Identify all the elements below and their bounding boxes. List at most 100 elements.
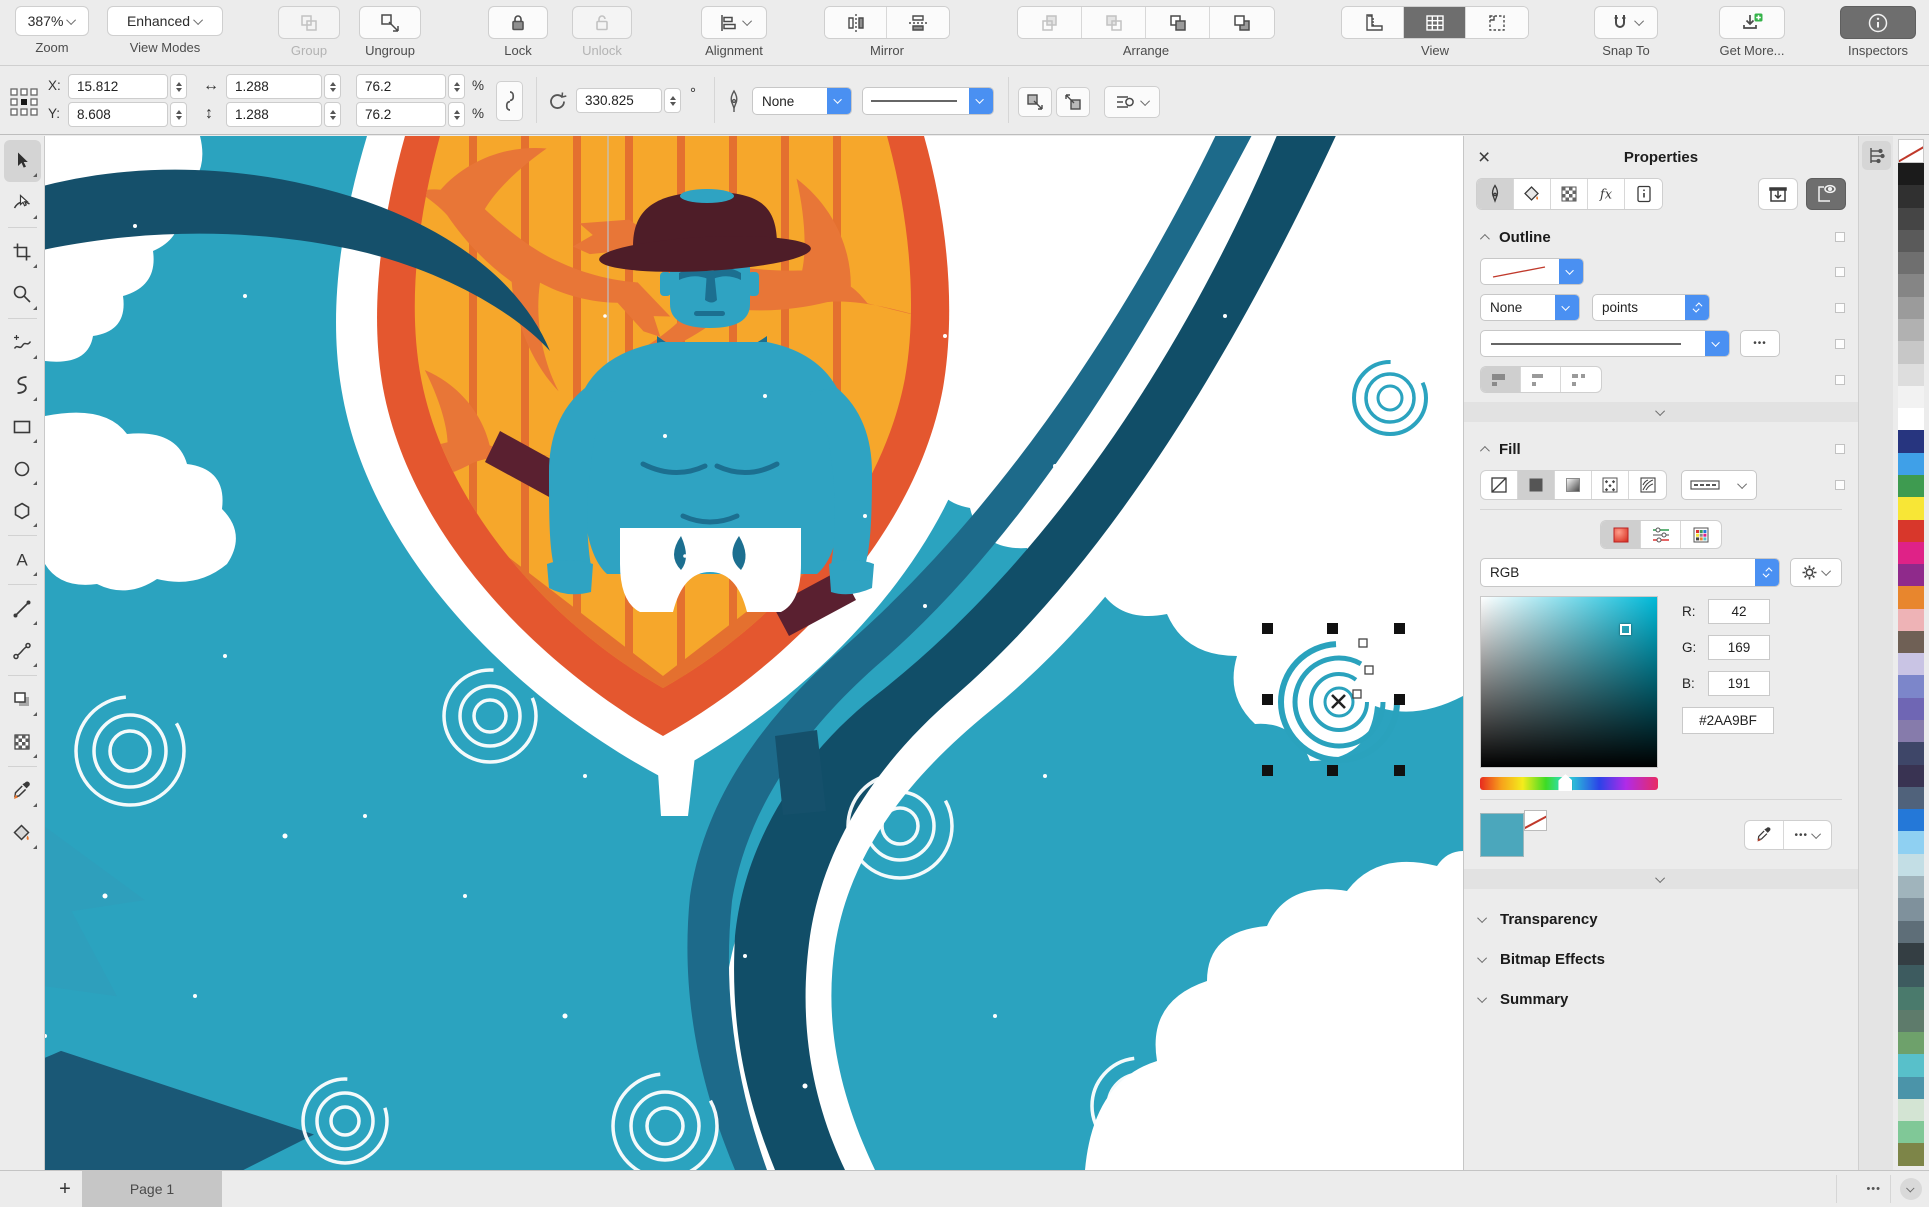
- drawing-canvas[interactable]: [45, 136, 1463, 1170]
- palette-swatch[interactable]: [1898, 831, 1924, 854]
- page-border-button[interactable]: [1466, 7, 1528, 38]
- get-more-button[interactable]: [1719, 6, 1785, 39]
- palette-swatch[interactable]: [1898, 898, 1924, 921]
- no-outline-swatch[interactable]: [1524, 810, 1547, 831]
- ungroup-button[interactable]: [359, 6, 421, 39]
- rotation-stepper[interactable]: [664, 88, 681, 113]
- corner-style-2-button[interactable]: [1521, 367, 1561, 392]
- palette-swatch[interactable]: [1898, 519, 1924, 542]
- anchor-point-selector[interactable]: [8, 86, 40, 118]
- zoom-dropdown[interactable]: 387%: [15, 6, 89, 36]
- width-stepper[interactable]: [324, 74, 341, 99]
- lock-ratio-button[interactable]: [496, 81, 523, 121]
- palette-swatch[interactable]: [1898, 341, 1924, 364]
- palette-swatch[interactable]: [1898, 586, 1924, 609]
- alignment-dropdown[interactable]: [701, 6, 767, 39]
- preview-toggle-button[interactable]: [1806, 178, 1846, 210]
- palette-swatch[interactable]: [1898, 318, 1924, 342]
- saturation-value-field[interactable]: [1480, 596, 1658, 768]
- wrap-back-button[interactable]: [1056, 87, 1090, 117]
- y-stepper[interactable]: [170, 102, 187, 127]
- to-back-button[interactable]: [1210, 7, 1274, 38]
- outline-dash-checkbox[interactable]: [1835, 338, 1845, 349]
- palette-swatch[interactable]: [1898, 742, 1924, 765]
- palette-swatch[interactable]: [1898, 185, 1924, 208]
- palette-swatch[interactable]: [1898, 541, 1924, 565]
- x-input[interactable]: 15.812: [68, 74, 168, 99]
- palette-swatch[interactable]: [1898, 942, 1924, 966]
- palette-swatch[interactable]: [1898, 608, 1924, 631]
- zoom-tool[interactable]: [4, 273, 41, 315]
- pick-tool[interactable]: [3, 140, 41, 182]
- outline-more-button[interactable]: •••: [1740, 330, 1780, 357]
- outline-section-header[interactable]: Outline: [1464, 220, 1858, 254]
- palette-swatch[interactable]: [1898, 764, 1924, 787]
- bitmap-effects-section-header[interactable]: Bitmap Effects: [1464, 939, 1858, 979]
- palette-swatch[interactable]: [1898, 1054, 1924, 1077]
- palette-swatch[interactable]: [1898, 675, 1924, 698]
- hue-slider-handle[interactable]: [1558, 774, 1573, 791]
- fountain-fill-button[interactable]: [1555, 471, 1592, 499]
- fill-type-checkbox[interactable]: [1835, 480, 1845, 490]
- palette-swatch[interactable]: [1898, 229, 1924, 253]
- scale-height-input[interactable]: 76.2: [356, 102, 446, 127]
- palette-swatch[interactable]: [1898, 252, 1924, 275]
- palette-swatch[interactable]: [1898, 809, 1924, 832]
- fill-expand-bar[interactable]: [1464, 869, 1858, 889]
- palette-swatch[interactable]: [1898, 452, 1924, 475]
- mirror-horizontal-button[interactable]: [825, 7, 887, 38]
- b-input[interactable]: 191: [1708, 671, 1770, 696]
- hue-slider[interactable]: [1480, 774, 1658, 791]
- height-stepper[interactable]: [324, 102, 341, 127]
- palette-swatch[interactable]: [1898, 697, 1924, 721]
- palette-swatch[interactable]: [1898, 1098, 1924, 1122]
- palette-swatch[interactable]: [1898, 163, 1924, 186]
- palette-swatch[interactable]: [1898, 497, 1924, 520]
- line-tool[interactable]: [4, 588, 41, 630]
- snap-to-dropdown[interactable]: [1594, 6, 1658, 39]
- rotation-input[interactable]: 330.825: [576, 88, 662, 113]
- corner-style-3-button[interactable]: [1561, 367, 1601, 392]
- back-one-button[interactable]: [1146, 7, 1210, 38]
- to-front-button[interactable]: [1018, 7, 1082, 38]
- scale-width-input[interactable]: 76.2: [356, 74, 446, 99]
- color-viewer-button[interactable]: [1601, 521, 1641, 548]
- palette-swatch[interactable]: [1898, 408, 1924, 431]
- color-model-dropdown[interactable]: RGB: [1480, 558, 1780, 587]
- mirror-vertical-button[interactable]: [887, 7, 949, 38]
- palette-swatch[interactable]: [1898, 965, 1924, 988]
- current-fill-swatch[interactable]: [1480, 810, 1547, 857]
- palette-swatch[interactable]: [1898, 1031, 1924, 1055]
- palette-swatch[interactable]: [1898, 720, 1924, 743]
- wrap-front-button[interactable]: [1018, 87, 1052, 117]
- outline-style-dropdown[interactable]: None: [752, 87, 852, 115]
- palette-swatch[interactable]: [1898, 385, 1924, 409]
- g-input[interactable]: 169: [1708, 635, 1770, 660]
- tab-fill[interactable]: [1514, 179, 1551, 209]
- add-page-button[interactable]: +: [48, 1171, 82, 1207]
- x-stepper[interactable]: [170, 74, 187, 99]
- view-modes-dropdown[interactable]: Enhanced: [107, 6, 223, 36]
- no-fill-button[interactable]: [1481, 471, 1518, 499]
- crop-tool[interactable]: [4, 231, 41, 273]
- outline-dash-dropdown[interactable]: [1480, 330, 1730, 357]
- outline-checkbox[interactable]: [1835, 232, 1845, 242]
- palette-swatch[interactable]: [1898, 363, 1924, 386]
- lock-button[interactable]: [488, 6, 548, 39]
- fill-picker-dropdown[interactable]: [1681, 470, 1757, 500]
- rectangle-tool[interactable]: [4, 406, 41, 448]
- transparency-section-header[interactable]: Transparency: [1464, 899, 1858, 939]
- palette-swatch[interactable]: [1898, 630, 1924, 654]
- page-tab[interactable]: Page 1: [82, 1171, 222, 1207]
- text-tool[interactable]: A: [4, 539, 41, 581]
- palette-swatch[interactable]: [1898, 987, 1924, 1010]
- outline-corner-checkbox[interactable]: [1835, 374, 1845, 385]
- freehand-tool[interactable]: [4, 322, 41, 364]
- ellipse-tool[interactable]: [4, 448, 41, 490]
- eyedropper-button[interactable]: [1745, 821, 1785, 849]
- export-button[interactable]: [1758, 178, 1798, 210]
- tab-transparency[interactable]: [1551, 179, 1588, 209]
- color-sliders-button[interactable]: [1641, 521, 1681, 548]
- palette-swatch[interactable]: [1898, 653, 1924, 676]
- polygon-tool[interactable]: [4, 490, 41, 532]
